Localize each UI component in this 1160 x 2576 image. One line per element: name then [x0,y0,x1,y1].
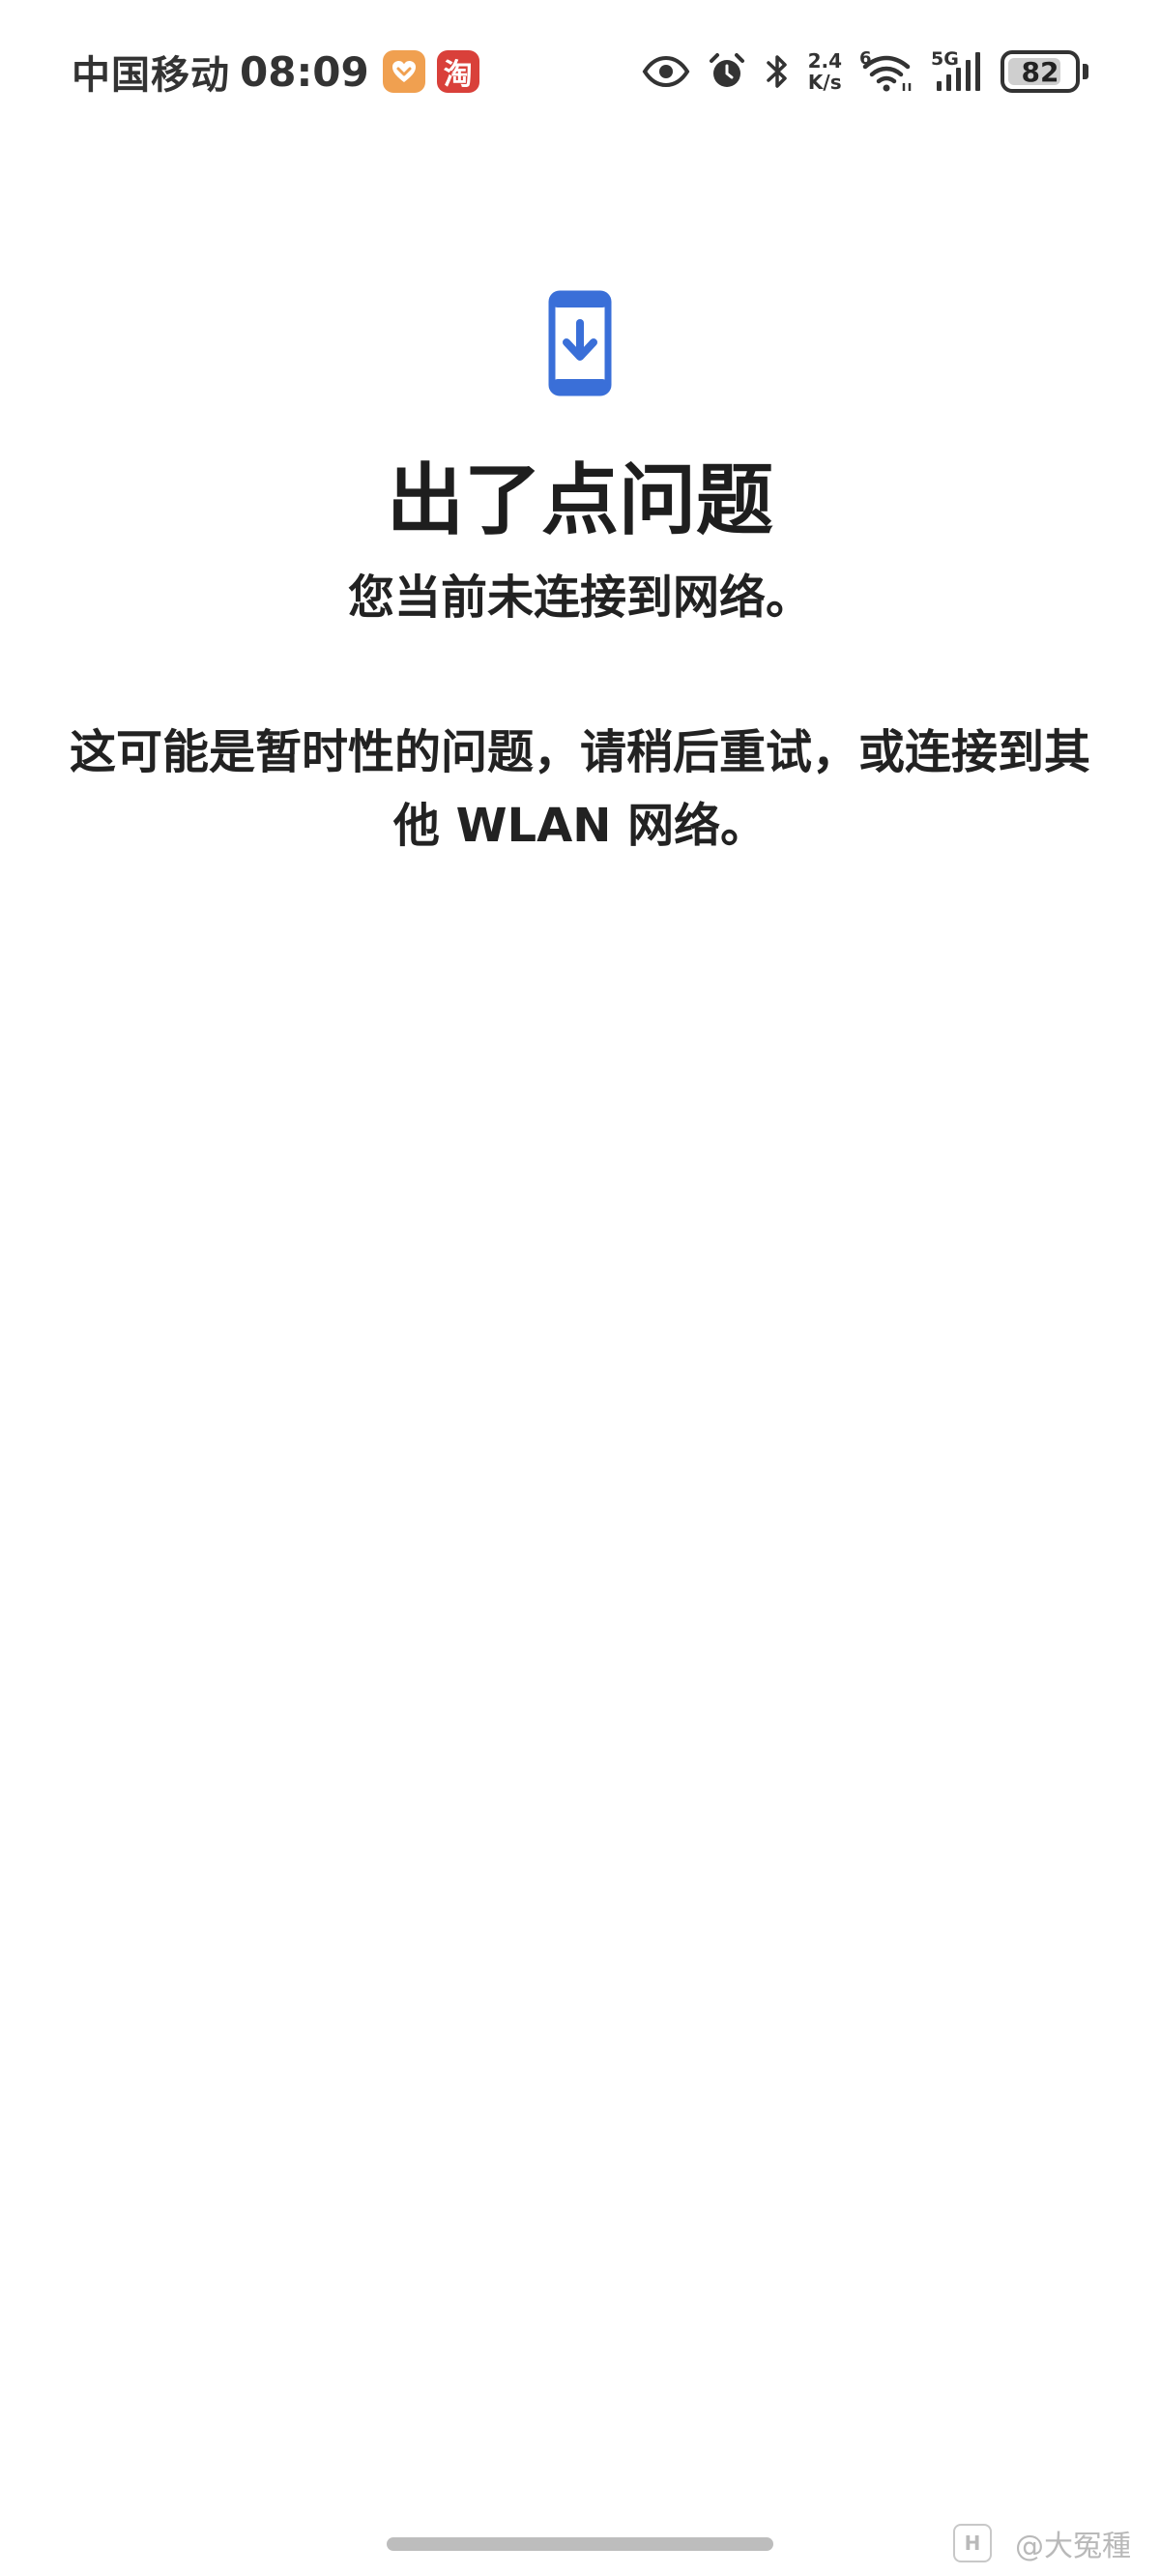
net-speed-unit: K/s [807,71,842,94]
signal-icon: 5G [931,48,983,95]
health-app-icon [382,50,425,93]
error-subtitle: 您当前未连接到网络。 [347,571,812,625]
status-right: 2.4 K/s 6 5G 82 [624,43,1088,101]
error-detail: 这可能是暂时性的问题，请稍后重试，或连接到其他 WLAN 网络。 [69,725,1090,853]
wifi-label: 6 [859,48,872,69]
status-time: 08:09 [240,47,369,96]
bluetooth-icon [764,52,791,91]
battery-tip [1083,64,1088,79]
status-left: 中国移动 08:09 淘 [72,43,479,101]
taobao-icon: 淘 [436,50,479,93]
eye-icon [642,56,690,87]
net-speed: 2.4 K/s [808,50,842,93]
wifi-icon: 6 [859,48,914,93]
net-speed-value: 2.4 [807,49,842,73]
alarm-icon [708,52,746,91]
error-panel: 出了点问题 您当前未连接到网络。 这可能是暂时性的问题，请稍后重试，或连接到其他… [0,290,1160,863]
watermark: H @大冤種 [953,2522,1131,2564]
watermark-badge: H [953,2524,992,2562]
battery-icon: 82 [1000,50,1080,93]
error-title: 出了点问题 [387,455,773,545]
carrier-name: 中国移动 [72,53,230,98]
watermark-text: @大冤種 [1015,2530,1131,2563]
home-indicator[interactable] [387,2537,773,2551]
battery-percent: 82 [1021,55,1059,88]
phone-download-icon [548,290,612,396]
status-bar: 中国移动 08:09 淘 2.4 K/s 6 5G 82 [0,0,1160,145]
